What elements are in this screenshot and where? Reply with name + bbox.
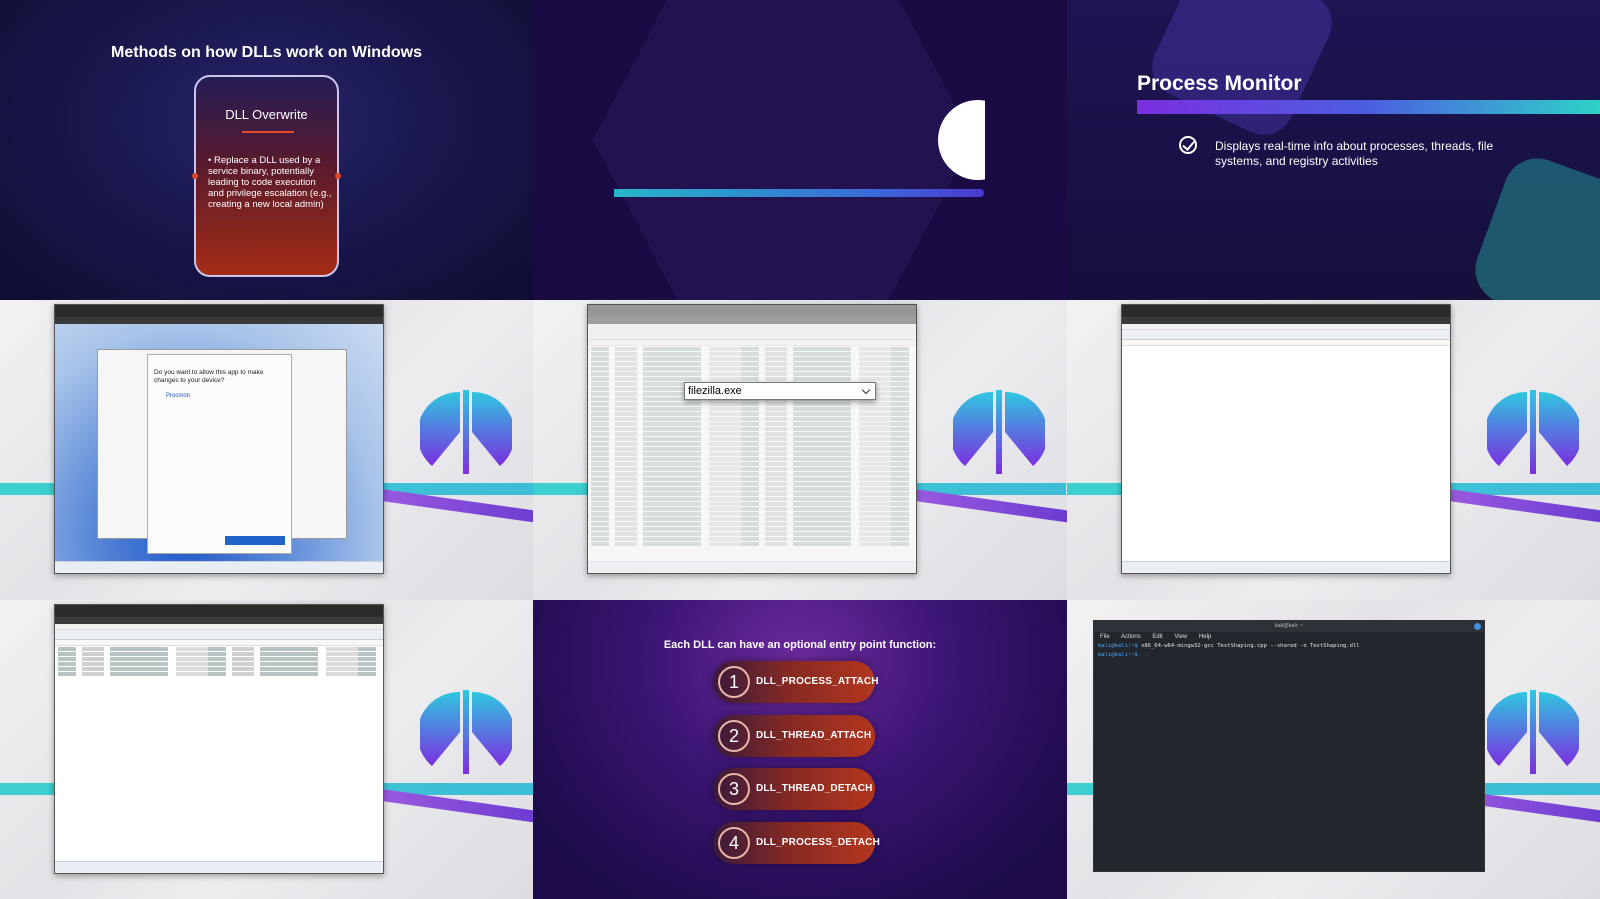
terminal-prompt-line[interactable]: kali@kali:~$: [1094, 651, 1484, 660]
chevron-down-icon[interactable]: [861, 385, 871, 395]
card-text: • Replace a DLL used by a service binary…: [208, 155, 332, 210]
item-number: 4: [718, 827, 750, 859]
card-dot-right: [335, 173, 341, 179]
close-icon[interactable]: [1474, 623, 1481, 630]
menu-actions[interactable]: Actions: [1121, 634, 1141, 640]
entry-point-item: 1 DLL_PROCESS_ATTACH: [713, 661, 878, 703]
vm-titlebar: [55, 305, 383, 317]
tile-procmon-results: [0, 600, 533, 899]
uac-yes-button[interactable]: [225, 536, 285, 545]
brand-logo-icon: [420, 390, 512, 474]
tile-kali-terminal: kali@kali: ~ File Actions Edit View Help…: [1067, 600, 1600, 899]
decorative-blob: [1465, 148, 1600, 300]
terminal-command: x86_64-w64-mingw32-gcc TextShaping.cpp -…: [1141, 643, 1360, 649]
terminal-prompt: kali@kali:~$: [1098, 643, 1138, 649]
card-dot-left: [192, 173, 198, 179]
tile-description: Displays real-time info about processes,…: [1215, 139, 1494, 168]
tile-title: Each DLL can have an optional entry poin…: [663, 639, 937, 651]
remote-desktop-screen[interactable]: Do you want to allow this app to make ch…: [54, 304, 384, 574]
brand-logo-icon: [420, 690, 512, 774]
gradient-line: [614, 189, 984, 197]
vm-titlebar: [55, 605, 383, 617]
menu-view[interactable]: View: [1174, 634, 1187, 640]
uac-buttons: [154, 536, 285, 545]
item-label: DLL_THREAD_ATTACH: [756, 730, 872, 741]
slide-grid: Methods on how DLLs work on Windows DLL …: [0, 0, 1600, 899]
taskbar[interactable]: [55, 861, 383, 873]
tile-dll-methods: Methods on how DLLs work on Windows DLL …: [0, 0, 533, 300]
card-title: DLL Overwrite: [225, 107, 308, 122]
terminal-window[interactable]: kali@kali: ~ File Actions Edit View Help…: [1093, 620, 1485, 872]
procmon-event-list: [55, 646, 383, 678]
entry-point-item: 2 DLL_THREAD_ATTACH: [713, 715, 875, 757]
tile-entry-points: Each DLL can have an optional entry poin…: [533, 600, 1067, 899]
process-filter-dropdown[interactable]: filezilla.exe: [684, 382, 876, 400]
item-number: 1: [718, 666, 750, 698]
terminal-titlebar: kali@kali: ~: [1094, 621, 1484, 632]
mask: [985, 0, 1067, 300]
vm-titlebar: [1122, 305, 1450, 317]
dll-overwrite-card: DLL Overwrite • Replace a DLL used by a …: [192, 75, 341, 277]
brand-logo-icon: [1487, 690, 1579, 774]
terminal-prompt: kali@kali:~$: [1098, 652, 1138, 658]
uac-dialog[interactable]: Do you want to allow this app to make ch…: [147, 354, 292, 554]
rdp-subbar: [1122, 317, 1450, 324]
taskbar[interactable]: [1122, 561, 1450, 573]
windows-desktop: Do you want to allow this app to make ch…: [55, 324, 383, 563]
procmon-toolbar[interactable]: [1122, 330, 1450, 340]
tile-procmon-empty: [1067, 300, 1600, 600]
menu-edit[interactable]: Edit: [1152, 634, 1162, 640]
item-label: DLL_THREAD_DETACH: [756, 783, 873, 794]
remote-desktop-screen[interactable]: [1121, 304, 1451, 574]
item-label: DLL_PROCESS_DETACH: [756, 837, 880, 848]
tile-uac-screen: Do you want to allow this app to make ch…: [0, 300, 533, 600]
hexagon-shape: [593, 0, 973, 300]
terminal-command-line: kali@kali:~$ x86_64-w64-mingw32-gcc Text…: [1094, 642, 1484, 651]
remote-desktop-screen[interactable]: [54, 604, 384, 874]
terminal-menubar: File Actions Edit View Help: [1094, 632, 1484, 642]
remote-desktop-screen[interactable]: filezilla.exe: [587, 304, 917, 574]
brand-logo-icon: [1487, 390, 1579, 474]
entry-point-item: 4 DLL_PROCESS_DETACH: [713, 822, 880, 864]
card-divider: [242, 131, 294, 133]
tile-title: Process Monitor: [1137, 72, 1302, 95]
check-circle-icon: [1179, 136, 1197, 154]
item-label: DLL_PROCESS_ATTACH: [756, 676, 879, 687]
uac-app-name: Procmon: [166, 393, 191, 399]
menu-help[interactable]: Help: [1199, 634, 1211, 640]
gradient-stripe: [1137, 100, 1600, 114]
tile-transition: [533, 0, 1067, 300]
procmon-toolbar[interactable]: [55, 630, 383, 640]
rdp-subbar: [55, 317, 383, 324]
dropdown-value: filezilla.exe: [688, 385, 742, 397]
tile-filter-screen: filezilla.exe: [533, 300, 1067, 600]
rdp-subbar: [55, 617, 383, 624]
item-number: 3: [718, 773, 750, 805]
procmon-column-header: [1122, 340, 1450, 346]
tile-process-monitor: Process Monitor Displays real-time info …: [1067, 0, 1600, 300]
tile-title: Methods on how DLLs work on Windows: [111, 44, 422, 61]
menu-file[interactable]: File: [1100, 634, 1110, 640]
entry-point-item: 3 DLL_THREAD_DETACH: [713, 768, 875, 810]
taskbar[interactable]: [55, 561, 383, 573]
item-number: 2: [718, 720, 750, 752]
brand-logo-icon: [953, 390, 1045, 474]
dim-overlay: [588, 305, 916, 573]
uac-question: Do you want to allow this app to make ch…: [154, 369, 264, 384]
